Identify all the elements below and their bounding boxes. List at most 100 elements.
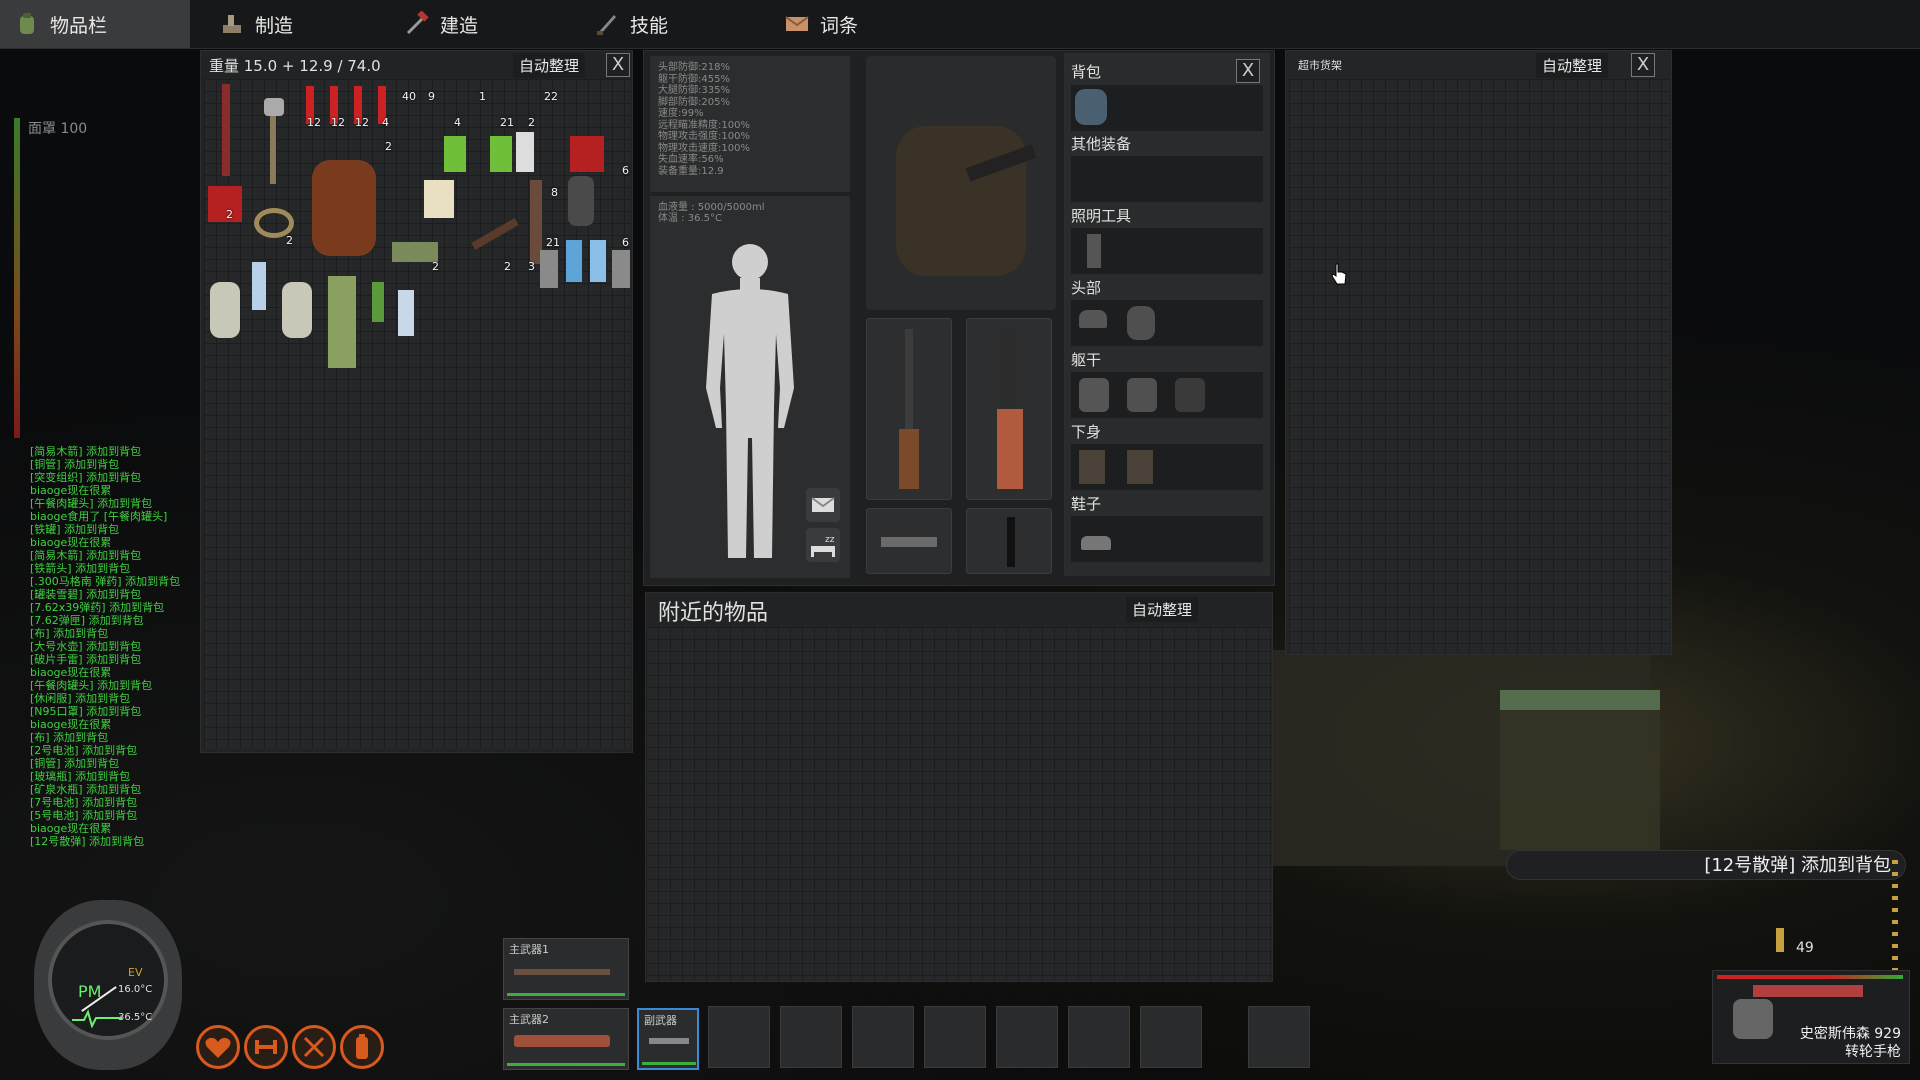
chat-line: [午餐肉罐头] 添加到背包	[30, 679, 153, 692]
nearby-items-panel: 附近的物品 自动整理	[645, 592, 1273, 982]
hotbar-slot[interactable]	[996, 1006, 1058, 1068]
equip-slot-legs[interactable]	[1071, 444, 1263, 490]
hotbar-secondary[interactable]: 副武器	[637, 1008, 699, 1070]
health-status-button[interactable]	[196, 1025, 240, 1069]
nearby-items-title: 附近的物品	[658, 601, 769, 626]
world-door	[1500, 710, 1660, 850]
chat-line: [铜管] 添加到背包	[30, 757, 120, 770]
message-button[interactable]	[806, 488, 840, 522]
can-item[interactable]	[540, 250, 558, 288]
nearby-auto-sort-button[interactable]: 自动整理	[1126, 597, 1199, 622]
equip-label-torso: 躯干	[1071, 351, 1102, 369]
nearby-items-grid[interactable]	[646, 627, 1272, 981]
hunger-label: 面罩 100	[28, 121, 88, 137]
chat-line: biaoge现在很累	[30, 822, 112, 835]
spam-can-item[interactable]	[570, 136, 604, 172]
hotbar-slot[interactable]	[1068, 1006, 1130, 1068]
sleep-button[interactable]: zz	[806, 528, 840, 562]
bottle-item[interactable]	[516, 132, 534, 172]
chat-line: [7.62弹匣] 添加到背包	[30, 614, 144, 627]
tab-craft[interactable]: 制造	[205, 0, 385, 48]
stamina-status-button[interactable]	[340, 1025, 384, 1069]
water-bottle-item[interactable]	[252, 262, 266, 310]
bottle-item[interactable]	[372, 282, 384, 322]
equip-slot-shoes[interactable]	[1071, 516, 1263, 562]
canteen-item[interactable]	[282, 282, 312, 338]
inventory-auto-sort-button[interactable]: 自动整理	[513, 53, 586, 78]
stat-line: 远程瞄准精度:100%	[658, 119, 750, 131]
hotbar-slot[interactable]	[1140, 1006, 1202, 1068]
wristwatch: PM EV 16.0°C 36.5°C	[34, 900, 182, 1070]
canteen-item[interactable]	[210, 282, 240, 338]
body-silhouette[interactable]	[690, 238, 810, 568]
soda-can-item[interactable]	[444, 136, 466, 172]
stat-line: 头部防御:218%	[658, 62, 730, 73]
container-close-button[interactable]: X	[1631, 53, 1655, 77]
hotbar-slot[interactable]	[708, 1006, 770, 1068]
strength-status-button[interactable]	[244, 1025, 288, 1069]
craft-icon	[223, 15, 241, 33]
clothes-item[interactable]	[568, 176, 594, 226]
equip-label-backpack: 背包	[1071, 63, 1102, 81]
item-quantity: 3	[528, 260, 535, 273]
can-item[interactable]	[612, 250, 630, 288]
melee-weapon-slot[interactable]	[966, 508, 1052, 574]
tab-label: 物品栏	[50, 14, 108, 37]
body-temperature: 体温 : 36.5°C	[658, 213, 722, 224]
container-auto-sort-button[interactable]: 自动整理	[1536, 53, 1609, 78]
water-bottle-item[interactable]	[590, 240, 606, 282]
equipment-close-button[interactable]: X	[1236, 59, 1260, 83]
weapon-sprite	[1753, 985, 1863, 997]
chat-line: [铁箭头] 添加到背包	[30, 562, 131, 575]
water-bottle-item[interactable]	[566, 240, 582, 282]
equip-slot-other[interactable]	[1071, 156, 1263, 202]
hunger-bar	[14, 118, 20, 438]
knife-sprite	[1007, 517, 1015, 567]
tab-entries[interactable]: 词条	[770, 0, 960, 48]
spam-can-item[interactable]	[208, 186, 242, 222]
equip-slot-light[interactable]	[1071, 228, 1263, 274]
inventory-grid[interactable]	[204, 79, 630, 749]
primary-weapon-1-slot[interactable]	[866, 318, 952, 500]
equip-label-head: 头部	[1071, 279, 1102, 297]
durability-bar	[507, 993, 625, 996]
soda-can-item[interactable]	[490, 136, 512, 172]
chat-line: [简易木箭] 添加到背包	[30, 549, 142, 562]
food-box-item[interactable]	[424, 180, 454, 218]
chat-line: biaoge现在很累	[30, 536, 112, 549]
spray-can-item[interactable]	[328, 276, 356, 368]
equip-slot-backpack[interactable]	[1071, 85, 1263, 131]
character-body-box: 血液量 : 5000/5000ml 体温 : 36.5°C zz	[650, 196, 850, 578]
inventory-close-button[interactable]: X	[606, 53, 630, 77]
water-bottle-item[interactable]	[398, 290, 414, 336]
primary-weapon-2-slot[interactable]	[966, 318, 1052, 500]
item-quantity: 6	[622, 164, 629, 177]
chat-log: [简易木箭] 添加到背包 [铜管] 添加到背包 [突变组织] 添加到背包 bia…	[30, 445, 210, 848]
hotbar-slot[interactable]	[1248, 1006, 1310, 1068]
pants-icon	[1079, 450, 1105, 484]
equip-slot-head[interactable]	[1071, 300, 1263, 346]
chat-line: [休闲服] 添加到背包	[30, 692, 131, 705]
secondary-weapon-slot[interactable]	[866, 508, 952, 574]
hotbar-slot[interactable]	[780, 1006, 842, 1068]
cash-item[interactable]	[392, 242, 438, 262]
crowbar-item[interactable]	[222, 84, 230, 176]
tab-build[interactable]: 建造	[390, 0, 570, 48]
food-status-button[interactable]	[292, 1025, 336, 1069]
tab-skills[interactable]: 技能	[580, 0, 760, 48]
hotbar-primary-2[interactable]: 主武器2	[503, 1008, 629, 1070]
world-shelf-light	[1500, 690, 1660, 710]
equip-slot-torso[interactable]	[1071, 372, 1263, 418]
hotbar-slot[interactable]	[852, 1006, 914, 1068]
item-quantity: 2	[528, 116, 535, 129]
hotbar-primary-1[interactable]: 主武器1	[503, 938, 629, 1000]
chat-line: [7号电池] 添加到背包	[30, 796, 138, 809]
barrel-item[interactable]	[312, 160, 376, 256]
container-grid[interactable]	[1289, 79, 1669, 653]
shirt-icon	[1079, 378, 1109, 412]
tab-inventory[interactable]: 物品栏	[0, 0, 190, 48]
chat-line: [简易木箭] 添加到背包	[30, 445, 142, 458]
item-quantity: 8	[551, 186, 558, 199]
item-quantity: 21	[546, 236, 560, 249]
hotbar-slot[interactable]	[924, 1006, 986, 1068]
